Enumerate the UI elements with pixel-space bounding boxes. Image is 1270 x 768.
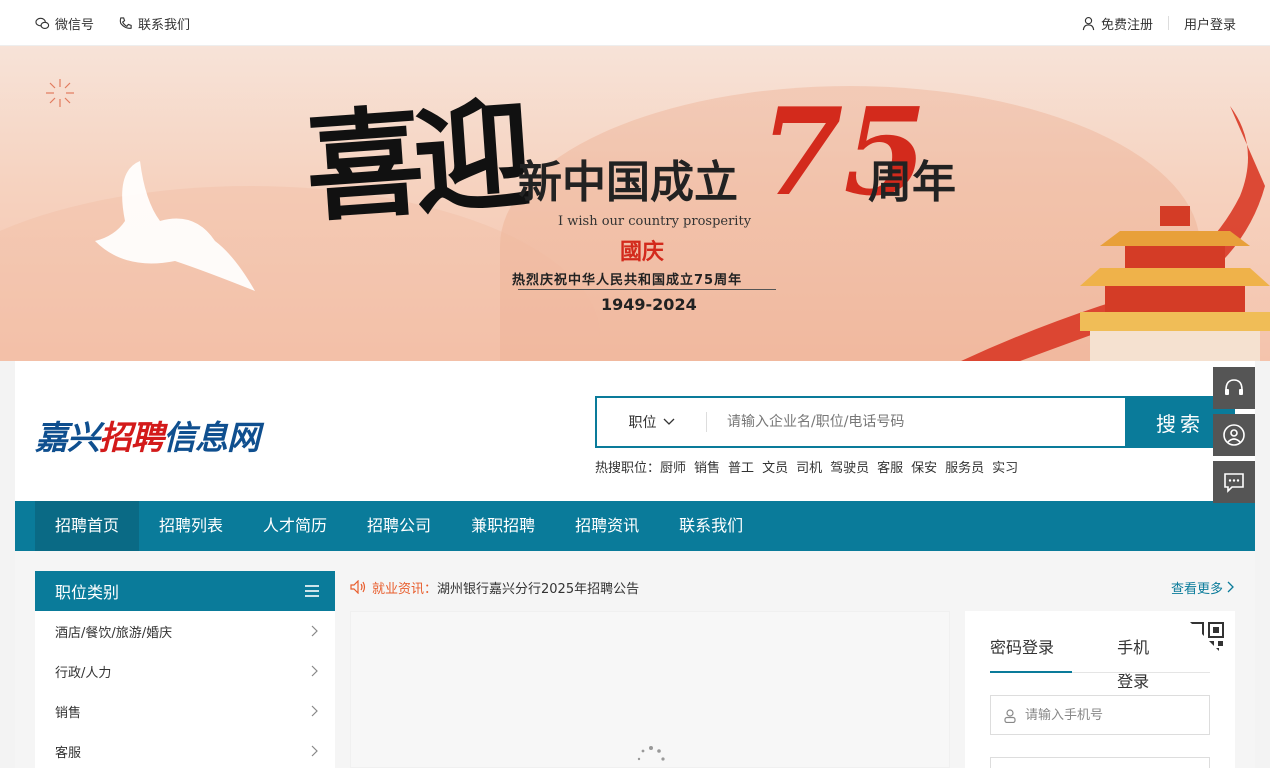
category-header: 职位类别: [35, 571, 335, 611]
category-item-label: 销售: [55, 705, 82, 721]
login-link[interactable]: 用户登录: [1184, 14, 1236, 33]
chevron-right-icon: [1227, 581, 1234, 593]
phone-field: [990, 695, 1210, 735]
chevron-right-icon: [311, 665, 318, 677]
divider: [1167, 16, 1169, 30]
banner-english: I wish our country prosperity: [558, 214, 752, 229]
site-logo[interactable]: 嘉兴招聘信息网: [35, 411, 260, 459]
content-slider[interactable]: [350, 611, 950, 768]
banner-divider: [518, 289, 776, 290]
hot-item[interactable]: 厨师: [660, 457, 686, 476]
top-bar: 微信号 联系我们 免费注册 用户登录: [0, 0, 1270, 46]
menu-icon[interactable]: [305, 585, 319, 597]
floating-toolbar: [1213, 367, 1255, 508]
chevron-down-icon: [663, 418, 674, 425]
view-more-link[interactable]: 查看更多: [1171, 578, 1235, 597]
tab-phone-login[interactable]: 手机登录: [1117, 631, 1165, 691]
login-panel: 密码登录 手机登录: [965, 611, 1235, 768]
hot-item[interactable]: 客服: [877, 457, 903, 476]
chevron-right-icon: [311, 705, 318, 717]
chevron-right-icon: [311, 745, 318, 757]
phone-input[interactable]: [1025, 707, 1195, 723]
banner-headline-end: 周年: [868, 157, 956, 208]
temple-of-heaven-illustration: [1080, 206, 1270, 361]
phone-icon: [119, 16, 132, 29]
category-item-label: 酒店/餐饮/旅游/婚庆: [55, 625, 173, 641]
headset-icon: [1225, 379, 1243, 395]
nav-item-news[interactable]: 招聘资讯: [555, 501, 659, 551]
customer-service-button[interactable]: [1213, 367, 1255, 409]
user-icon: [1082, 16, 1095, 30]
category-item-label: 行政/人力: [55, 665, 112, 681]
search-bar: 职位 搜索: [595, 396, 1235, 448]
register-label: 免费注册: [1100, 17, 1153, 33]
news-strip: 就业资讯： 湖州银行嘉兴分行2025年招聘公告 查看更多: [350, 571, 1235, 603]
hot-item[interactable]: 销售: [694, 457, 720, 476]
contact-link[interactable]: 联系我们: [118, 14, 190, 33]
hot-item[interactable]: 保安: [911, 457, 937, 476]
dove-illustration: [95, 161, 255, 291]
site-header: 嘉兴招聘信息网 职位 搜索 热搜职位： 厨师 销售 普工 文员 司机 驾驶员 客…: [15, 361, 1255, 501]
hot-item[interactable]: 服务员: [945, 457, 984, 476]
category-title: 职位类别: [55, 583, 120, 602]
speaker-icon: [350, 580, 366, 594]
nav-item-parttime[interactable]: 兼职招聘: [451, 501, 555, 551]
nav-item-companies[interactable]: 招聘公司: [347, 501, 451, 551]
news-label: 就业资讯：: [372, 581, 438, 597]
news-headline[interactable]: 湖州银行嘉兴分行2025年招聘公告: [437, 578, 639, 597]
search-type-select[interactable]: 职位: [597, 412, 707, 432]
nav-item-resumes[interactable]: 人才简历: [243, 501, 347, 551]
hot-searches: 热搜职位： 厨师 销售 普工 文员 司机 驾驶员 客服 保安 服务员 实习: [595, 457, 1018, 476]
hot-item[interactable]: 司机: [796, 457, 822, 476]
message-button[interactable]: [1213, 461, 1255, 503]
hero-banner[interactable]: 喜迎 新中国成立 75 周年 I wish our country prospe…: [0, 46, 1270, 361]
loading-spinner-icon: [637, 746, 665, 761]
search-type-label: 职位: [628, 415, 657, 431]
login-tabs: 密码登录 手机登录: [990, 631, 1210, 691]
job-category-panel: 职位类别 酒店/餐饮/旅游/婚庆 行政/人力 销售 客服: [35, 571, 335, 768]
category-item[interactable]: 行政/人力: [35, 651, 335, 691]
nav-item-job-list[interactable]: 招聘列表: [139, 501, 243, 551]
hot-item[interactable]: 普工: [728, 457, 754, 476]
view-more-label: 查看更多: [1170, 581, 1223, 597]
user-icon: [1004, 708, 1016, 723]
contact-label: 联系我们: [138, 17, 191, 33]
category-item-label: 客服: [55, 745, 82, 761]
banner-headline-big: 喜迎: [301, 84, 527, 239]
hot-item[interactable]: 文员: [762, 457, 788, 476]
chat-icon: [1224, 473, 1244, 493]
tab-password-login[interactable]: 密码登录: [990, 631, 1073, 673]
consultant-button[interactable]: [1213, 414, 1255, 456]
wechat-icon: [35, 17, 50, 29]
logo-part2: 招聘: [99, 418, 164, 457]
banner-celebrate: 热烈庆祝中华人民共和国成立75周年: [512, 273, 743, 288]
wechat-link[interactable]: 微信号: [35, 14, 94, 33]
nav-item-contact[interactable]: 联系我们: [659, 501, 763, 551]
password-field[interactable]: [990, 757, 1210, 768]
banner-guoqing: 國庆: [620, 240, 665, 265]
qr-code-icon[interactable]: [1189, 621, 1225, 657]
category-item[interactable]: 酒店/餐饮/旅游/婚庆: [35, 611, 335, 651]
search-input[interactable]: [707, 398, 1125, 446]
banner-years: 1949-2024: [601, 295, 697, 314]
person-icon: [1223, 424, 1245, 446]
logo-part1: 嘉兴: [35, 418, 100, 457]
logo-part3: 信息网: [163, 418, 260, 457]
wechat-label: 微信号: [55, 17, 95, 33]
hot-label: 热搜职位：: [595, 461, 661, 476]
main-container: 嘉兴招聘信息网 职位 搜索 热搜职位： 厨师 销售 普工 文员 司机 驾驶员 客…: [15, 361, 1255, 768]
login-label: 用户登录: [1183, 17, 1236, 33]
chevron-right-icon: [311, 625, 318, 637]
banner-headline-mid: 新中国成立: [518, 157, 738, 208]
category-item[interactable]: 客服: [35, 731, 335, 768]
main-nav: 招聘首页 招聘列表 人才简历 招聘公司 兼职招聘 招聘资讯 联系我们: [15, 501, 1255, 551]
category-item[interactable]: 销售: [35, 691, 335, 731]
hot-item[interactable]: 驾驶员: [830, 457, 869, 476]
firework-decoration: [46, 79, 74, 107]
hot-item[interactable]: 实习: [992, 457, 1018, 476]
register-link[interactable]: 免费注册: [1081, 14, 1153, 33]
nav-item-home[interactable]: 招聘首页: [35, 501, 140, 551]
